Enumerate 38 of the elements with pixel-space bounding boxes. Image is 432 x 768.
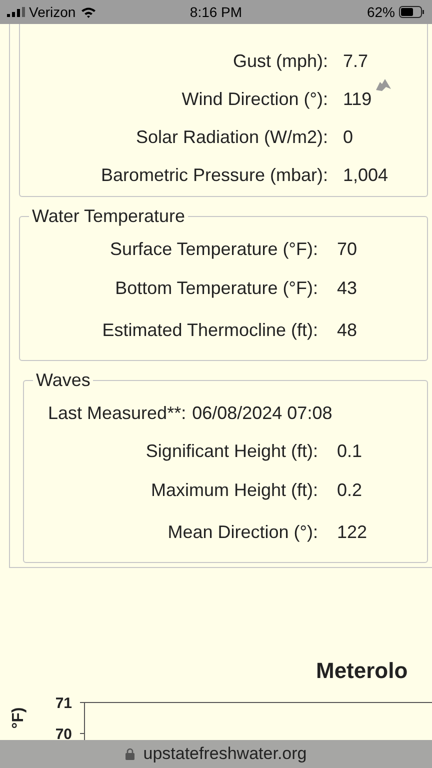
- axis-label: °F): [10, 707, 27, 729]
- chart-title: Meterolo: [316, 657, 408, 685]
- field-label: Estimated Thermocline (ft):: [101, 318, 318, 342]
- battery-percent: 62%: [366, 2, 395, 22]
- carrier-name: Verizon: [29, 2, 76, 22]
- wifi-icon: [80, 6, 96, 18]
- field-label: Significant Height (ft):: [144, 440, 318, 463]
- battery-icon: [399, 6, 425, 18]
- field-value: 06/08/2024 07:08: [192, 402, 332, 424]
- axis-tick-label: 70: [54, 727, 72, 742]
- field-label: Bottom Temperature (°F):: [114, 277, 318, 300]
- field-label: Mean Direction (°):: [166, 520, 318, 544]
- field-label: Wind Direction (°):: [180, 88, 328, 111]
- field-value: 48: [337, 318, 358, 342]
- section-title: Water Temperature: [31, 205, 186, 228]
- field-label: Maximum Height (ft):: [150, 479, 318, 502]
- lock-icon: [125, 748, 136, 760]
- field-value: 43: [337, 277, 358, 300]
- field-value: 122: [337, 520, 368, 544]
- field-value: 0.1: [337, 440, 362, 463]
- field-value: 119: [343, 88, 372, 110]
- field-label: Last Measured**:: [48, 402, 186, 424]
- signal-icon: [7, 7, 25, 17]
- field-label: Solar Radiation (W/m2):: [134, 126, 328, 149]
- axis-tick-label: 71: [54, 696, 72, 711]
- field-value: 0.2: [337, 479, 362, 502]
- tick-mark: [80, 702, 84, 703]
- section-title: Waves: [35, 369, 92, 392]
- field-label: Barometric Pressure (mbar):: [100, 164, 328, 187]
- field-value: 7.7: [343, 50, 368, 72]
- field-value: 70: [337, 238, 358, 261]
- field-label: Surface Temperature (°F):: [109, 238, 318, 261]
- clock-time: 8:16 PM: [188, 2, 244, 22]
- field-value: 1,004: [343, 164, 388, 186]
- url-text[interactable]: upstatefreshwater.org: [143, 741, 307, 767]
- field-value: 0: [343, 126, 354, 148]
- tick-mark: [80, 733, 84, 734]
- field-label: Gust (mph):: [232, 50, 328, 73]
